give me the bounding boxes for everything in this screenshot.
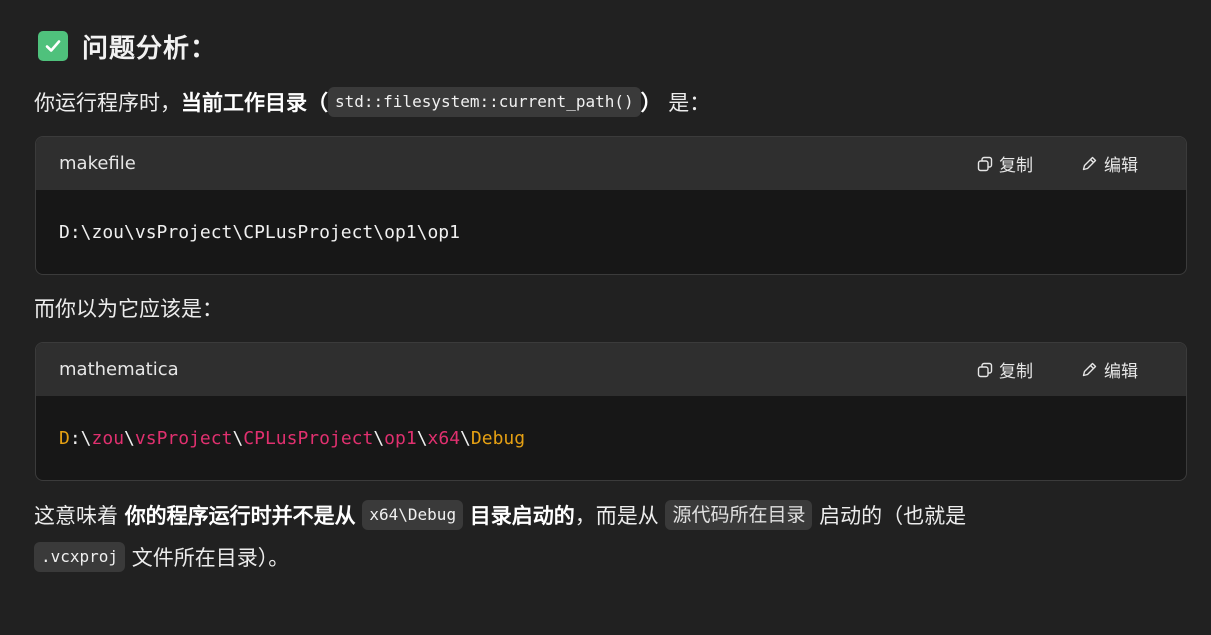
- intro-bold: 当前工作目录（: [181, 91, 328, 115]
- edit-button[interactable]: 编辑: [1081, 151, 1138, 176]
- conclusion-prefix: 这意味着: [34, 504, 125, 528]
- code-token: Debug: [470, 427, 526, 449]
- intro-paragraph: 你运行程序时，当前工作目录（ std::filesystem::current_p…: [34, 82, 710, 124]
- conclusion-suffix: 启动的（也就是: [812, 504, 967, 528]
- section-heading: 问题分析：: [38, 28, 217, 64]
- code-token: op1: [384, 427, 417, 449]
- copy-button[interactable]: 复制: [977, 357, 1033, 382]
- code-token: \: [460, 427, 471, 449]
- pencil-icon: [1081, 155, 1098, 172]
- copy-label: 复制: [999, 362, 1033, 382]
- code-text: D:\zou\vsProject\CPLusProject\op1\op1: [59, 221, 460, 243]
- code-token: vsProject: [134, 427, 233, 449]
- check-mark-icon: [38, 31, 68, 61]
- code-token: \: [416, 427, 428, 449]
- code-block-header: makefile 复制 编辑: [36, 137, 1186, 190]
- edit-button[interactable]: 编辑: [1081, 357, 1138, 382]
- code-block-body: D:\zou\vsProject\CPLusProject\op1\op1: [36, 190, 1186, 274]
- code-block-header: mathematica 复制 编辑: [36, 343, 1186, 396]
- middle-paragraph: 而你以为它应该是：: [34, 297, 223, 321]
- intro-prefix: 你运行程序时，: [34, 91, 181, 115]
- code-language-label: mathematica: [59, 359, 179, 380]
- conclusion-line-2: .vcxproj 文件所在目录）。: [34, 537, 289, 579]
- code-actions: 复制 编辑: [977, 357, 1138, 382]
- conclusion-bold-2: 目录启动的: [469, 504, 575, 528]
- code-token: x64: [427, 427, 461, 449]
- code-block-makefile: makefile 复制 编辑 D:\zou\vsProject\CPLusPro…: [35, 136, 1187, 275]
- inline-code-source-dir: 源代码所在目录: [665, 500, 813, 530]
- code-token: zou: [91, 427, 125, 449]
- code-token: \: [124, 427, 135, 449]
- code-token: \: [373, 427, 385, 449]
- inline-code-x64-debug: x64\Debug: [362, 500, 464, 530]
- code-token: :\: [69, 427, 92, 449]
- code-language-label: makefile: [59, 153, 136, 174]
- conclusion-suffix-2: 文件所在目录）。: [125, 546, 290, 570]
- code-token: \: [232, 427, 244, 449]
- edit-label: 编辑: [1104, 362, 1138, 382]
- code-block-mathematica: mathematica 复制 编辑 D:\zou\vsProject\CPLus…: [35, 342, 1187, 481]
- intro-bold-close: ）: [640, 91, 662, 115]
- code-token: CPLusProject: [243, 427, 374, 449]
- intro-suffix: 是：: [661, 91, 711, 115]
- pencil-icon: [1081, 361, 1098, 378]
- copy-button[interactable]: 复制: [977, 151, 1033, 176]
- inline-code-vcxproj: .vcxproj: [34, 542, 126, 572]
- heading-text: 问题分析：: [82, 33, 218, 64]
- code-text: D:\zou\vsProject\CPLusProject\op1\x64\De…: [59, 428, 525, 449]
- conclusion-bold-1: 你的程序运行时并不是从: [124, 504, 356, 528]
- copy-label: 复制: [999, 156, 1033, 176]
- chat-response: 问题分析： 你运行程序时，当前工作目录（ std::filesystem::cur…: [0, 0, 1211, 635]
- code-block-body: D:\zou\vsProject\CPLusProject\op1\x64\De…: [36, 396, 1186, 480]
- edit-label: 编辑: [1104, 156, 1138, 176]
- inline-code-current-path: std::filesystem::current_path(): [328, 87, 641, 117]
- conclusion-mid: ，而是从: [574, 504, 666, 528]
- copy-icon: [977, 362, 993, 378]
- copy-icon: [977, 156, 993, 172]
- conclusion-line-1: 这意味着 你的程序运行时并不是从 x64\Debug 目录启动的，而是从 源代码…: [34, 495, 966, 537]
- code-actions: 复制 编辑: [977, 151, 1138, 176]
- code-token: D: [59, 427, 70, 449]
